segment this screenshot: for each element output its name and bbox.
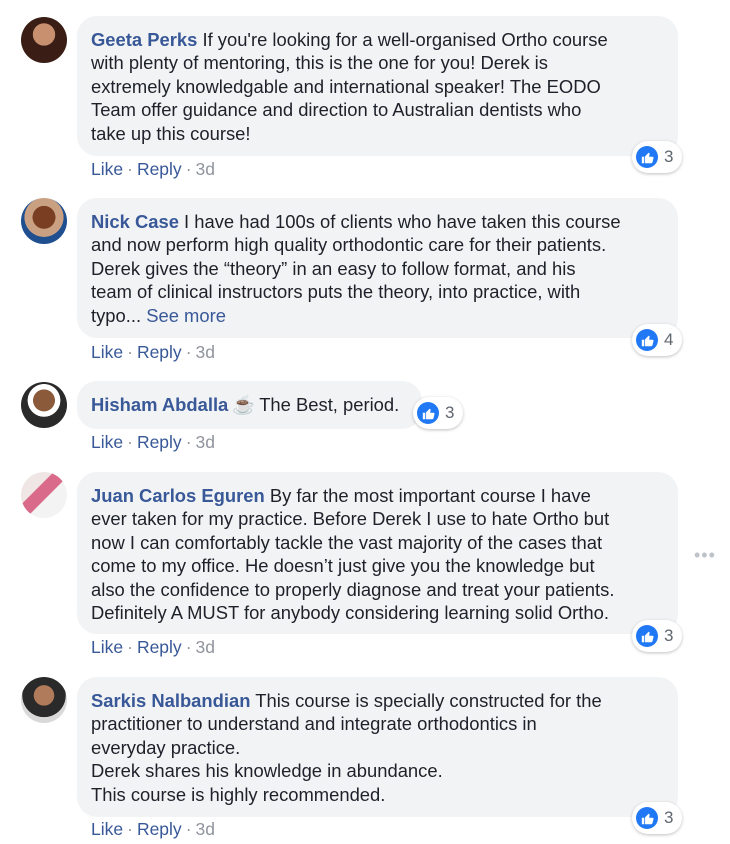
like-link[interactable]: Like (91, 819, 123, 839)
separator: · (127, 432, 133, 452)
comment-actions: Like · Reply · 3d (91, 819, 215, 840)
avatar[interactable] (21, 17, 67, 63)
comment-text: If you're looking for a well-organised O… (197, 29, 608, 50)
reaction-count[interactable]: 3 (413, 397, 464, 429)
see-more-link[interactable]: See more (146, 305, 226, 326)
comment-bubble: Sarkis Nalbandian This course is special… (77, 677, 678, 817)
comment-text: everyday practice. (91, 736, 241, 758)
comment-text: team of clinical instructors puts the th… (91, 281, 581, 303)
author-name[interactable]: Geeta Perks (91, 29, 197, 50)
like-reaction-icon (636, 625, 658, 647)
comment-text: typo... (91, 304, 142, 326)
separator: · (127, 159, 133, 179)
reply-link[interactable]: Reply (137, 637, 182, 657)
reaction-count[interactable]: 3 (632, 620, 683, 652)
comment-text: practitioner to understand and integrate… (91, 713, 537, 735)
comment-text: ever taken for my practice. Before Derek… (91, 508, 610, 530)
timestamp[interactable]: 3d (196, 637, 215, 657)
comment-text: By far the most important course I have (264, 485, 591, 506)
avatar[interactable] (21, 382, 67, 428)
timestamp[interactable]: 3d (196, 159, 215, 179)
like-link[interactable]: Like (91, 159, 123, 179)
author-name[interactable]: Sarkis Nalbandian (91, 690, 250, 711)
reaction-number: 3 (664, 626, 674, 645)
separator: · (127, 342, 133, 362)
comment-text: and now perform high quality orthodontic… (91, 234, 607, 256)
reaction-number: 4 (664, 330, 674, 349)
reaction-count[interactable]: 3 (632, 802, 683, 834)
like-link[interactable]: Like (91, 432, 123, 452)
separator: · (185, 342, 192, 362)
reply-link[interactable]: Reply (137, 432, 182, 452)
author-name[interactable]: Nick Case (91, 211, 179, 232)
separator: · (185, 819, 192, 839)
separator: · (185, 159, 192, 179)
reaction-number: 3 (445, 403, 455, 422)
like-link[interactable]: Like (91, 637, 123, 657)
comment-text: also the confidence to properly diagnose… (91, 578, 615, 600)
like-reaction-icon (636, 146, 658, 168)
comment-bubble: Juan Carlos Eguren By far the most impor… (77, 472, 678, 634)
comment-text: extremely knowledgable and international… (91, 75, 601, 97)
author-name[interactable]: Hisham Abdalla (91, 394, 228, 415)
comment-text: Derek shares his knowledge in abundance. (91, 760, 443, 782)
comment-bubble: Geeta Perks If you're looking for a well… (77, 16, 678, 156)
separator: · (185, 432, 192, 452)
avatar[interactable] (21, 198, 67, 244)
reply-link[interactable]: Reply (137, 342, 182, 362)
timestamp[interactable]: 3d (196, 432, 215, 452)
reply-link[interactable]: Reply (137, 819, 182, 839)
reply-link[interactable]: Reply (137, 159, 182, 179)
timestamp[interactable]: 3d (196, 342, 215, 362)
comment-bubble: Hisham Abdalla ☕ The Best, period. (77, 381, 422, 429)
reaction-count[interactable]: 3 (632, 141, 683, 173)
like-reaction-icon (417, 402, 439, 424)
comment-text: This course is highly recommended. (91, 783, 386, 805)
comment-text: Definitely A MUST for anybody considerin… (91, 602, 609, 624)
comment-text: Team offer guidance and direction to Aus… (91, 99, 582, 121)
comment-actions: Like · Reply · 3d (91, 637, 215, 658)
comment-text: This course is specially constructed for… (250, 690, 602, 711)
like-reaction-icon (636, 329, 658, 351)
reaction-count[interactable]: 4 (632, 324, 683, 356)
comment-actions: Like · Reply · 3d (91, 342, 215, 363)
like-link[interactable]: Like (91, 342, 123, 362)
avatar[interactable] (21, 472, 67, 518)
reaction-number: 3 (664, 147, 674, 166)
comment-text: Derek gives the “theory” in an easy to f… (91, 257, 576, 279)
separator: · (127, 819, 133, 839)
separator: · (185, 637, 192, 657)
comment-actions: Like · Reply · 3d (91, 159, 215, 180)
comment-text: with plenty of mentoring, this is the on… (91, 52, 548, 74)
comment-text: come to my office. He doesn’t just give … (91, 555, 595, 577)
comment-actions: Like · Reply · 3d (91, 432, 215, 453)
timestamp[interactable]: 3d (196, 819, 215, 839)
comment-bubble: Nick Case I have had 100s of clients who… (77, 198, 678, 338)
comment-text: now I can comfortably tackle the vast ma… (91, 531, 603, 553)
like-reaction-icon (636, 807, 658, 829)
comment-text: I have had 100s of clients who have take… (178, 211, 621, 232)
comment-text: take up this course! (91, 122, 251, 144)
coffee-icon: ☕ (232, 394, 256, 415)
more-options-icon[interactable]: ••• (694, 545, 716, 566)
avatar[interactable] (21, 677, 67, 723)
comment-text: The Best, period. (259, 394, 400, 415)
reaction-number: 3 (664, 808, 674, 827)
separator: · (127, 637, 133, 657)
author-name[interactable]: Juan Carlos Eguren (91, 485, 265, 506)
